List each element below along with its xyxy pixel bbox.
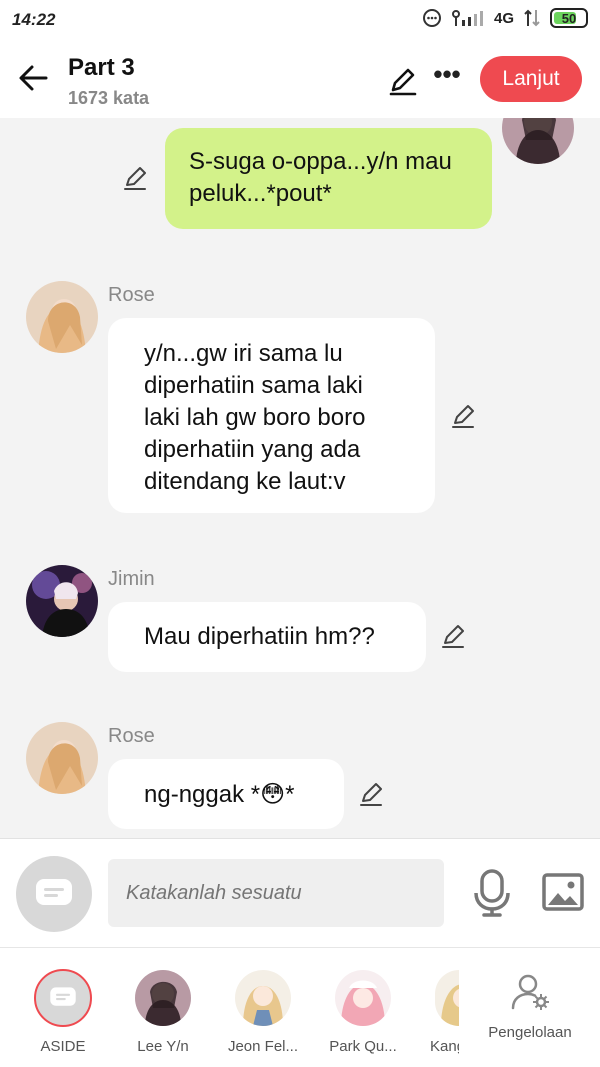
edit-message-icon[interactable] <box>440 622 468 650</box>
speaker-name: Rose <box>108 725 155 747</box>
network-type: 4G <box>493 9 514 27</box>
edit-message-icon[interactable] <box>450 402 478 430</box>
character-label: Jeon Fel... <box>227 1038 299 1055</box>
avatar[interactable] <box>26 565 98 637</box>
back-arrow-icon[interactable] <box>16 60 52 96</box>
header: Part 3 1673 kata ••• Lanjut <box>0 42 600 118</box>
chat-area: S-suga o-oppa...y/n mau peluk...*pout* R… <box>0 118 600 840</box>
aside-toggle-button[interactable] <box>16 856 92 932</box>
character-avatar <box>335 970 391 1026</box>
image-icon[interactable] <box>542 873 584 911</box>
character-label: Kang <box>430 1038 459 1055</box>
character-bar: ASIDE Lee Y/n Jeon Fel... Park Qu... Kan… <box>0 948 600 1067</box>
character-avatar <box>435 970 459 1026</box>
status-icons: 4G 50 <box>422 8 588 28</box>
character-avatar <box>135 970 191 1026</box>
message-text-end: * <box>285 781 295 808</box>
speaker-name: Jimin <box>108 568 155 590</box>
character-item-aside[interactable]: ASIDE <box>0 948 96 1067</box>
page-title: Part 3 <box>68 54 135 81</box>
message-bubble[interactable]: y/n...gw iri sama lu diperhatiin sama la… <box>108 318 435 513</box>
character-label: Park Qu... <box>329 1038 397 1055</box>
character-item[interactable]: Kang <box>415 948 459 1067</box>
data-transfer-icon <box>524 9 540 27</box>
character-item[interactable]: Jeon Fel... <box>215 948 311 1067</box>
avatar[interactable] <box>502 118 574 164</box>
dnd-icon <box>422 9 441 27</box>
message-bubble[interactable]: Mau diperhatiin hm?? <box>108 602 426 672</box>
microphone-icon[interactable] <box>472 869 512 917</box>
aside-avatar <box>34 969 92 1027</box>
avatar[interactable] <box>26 281 98 353</box>
edit-icon[interactable] <box>386 64 420 98</box>
word-count: 1673 kata <box>68 88 150 108</box>
message-input[interactable] <box>108 859 444 927</box>
signal-icon <box>451 10 483 26</box>
speaker-name: Rose <box>108 284 155 306</box>
character-label: Lee Y/n <box>137 1038 189 1055</box>
manage-label: Pengelolaan <box>488 1024 572 1041</box>
character-label: ASIDE <box>40 1038 86 1055</box>
message-bubble-own[interactable]: S-suga o-oppa...y/n mau peluk...*pout* <box>165 128 492 229</box>
chat-bubble-icon <box>36 879 72 905</box>
status-time: 14:22 <box>12 10 56 29</box>
flushed-emoji: 😳 <box>260 780 286 808</box>
message-text: ng-nggak * <box>144 781 261 808</box>
battery-icon: 50 <box>550 8 588 28</box>
manage-characters-button[interactable]: Pengelolaan <box>480 948 600 1067</box>
character-item[interactable]: Lee Y/n <box>115 948 211 1067</box>
edit-message-icon[interactable] <box>122 164 150 192</box>
chat-bubble-icon <box>50 987 76 1006</box>
edit-message-icon[interactable] <box>358 780 386 808</box>
user-settings-icon <box>511 974 549 1010</box>
status-bar: 14:22 4G 50 <box>0 0 600 42</box>
character-avatar <box>235 970 291 1026</box>
message-bubble[interactable]: ng-nggak *😳* <box>108 759 344 829</box>
next-button[interactable]: Lanjut <box>480 56 582 102</box>
more-options-icon[interactable]: ••• <box>432 61 462 94</box>
compose-bar <box>0 838 600 948</box>
character-item[interactable]: Park Qu... <box>315 948 411 1067</box>
avatar[interactable] <box>26 722 98 794</box>
